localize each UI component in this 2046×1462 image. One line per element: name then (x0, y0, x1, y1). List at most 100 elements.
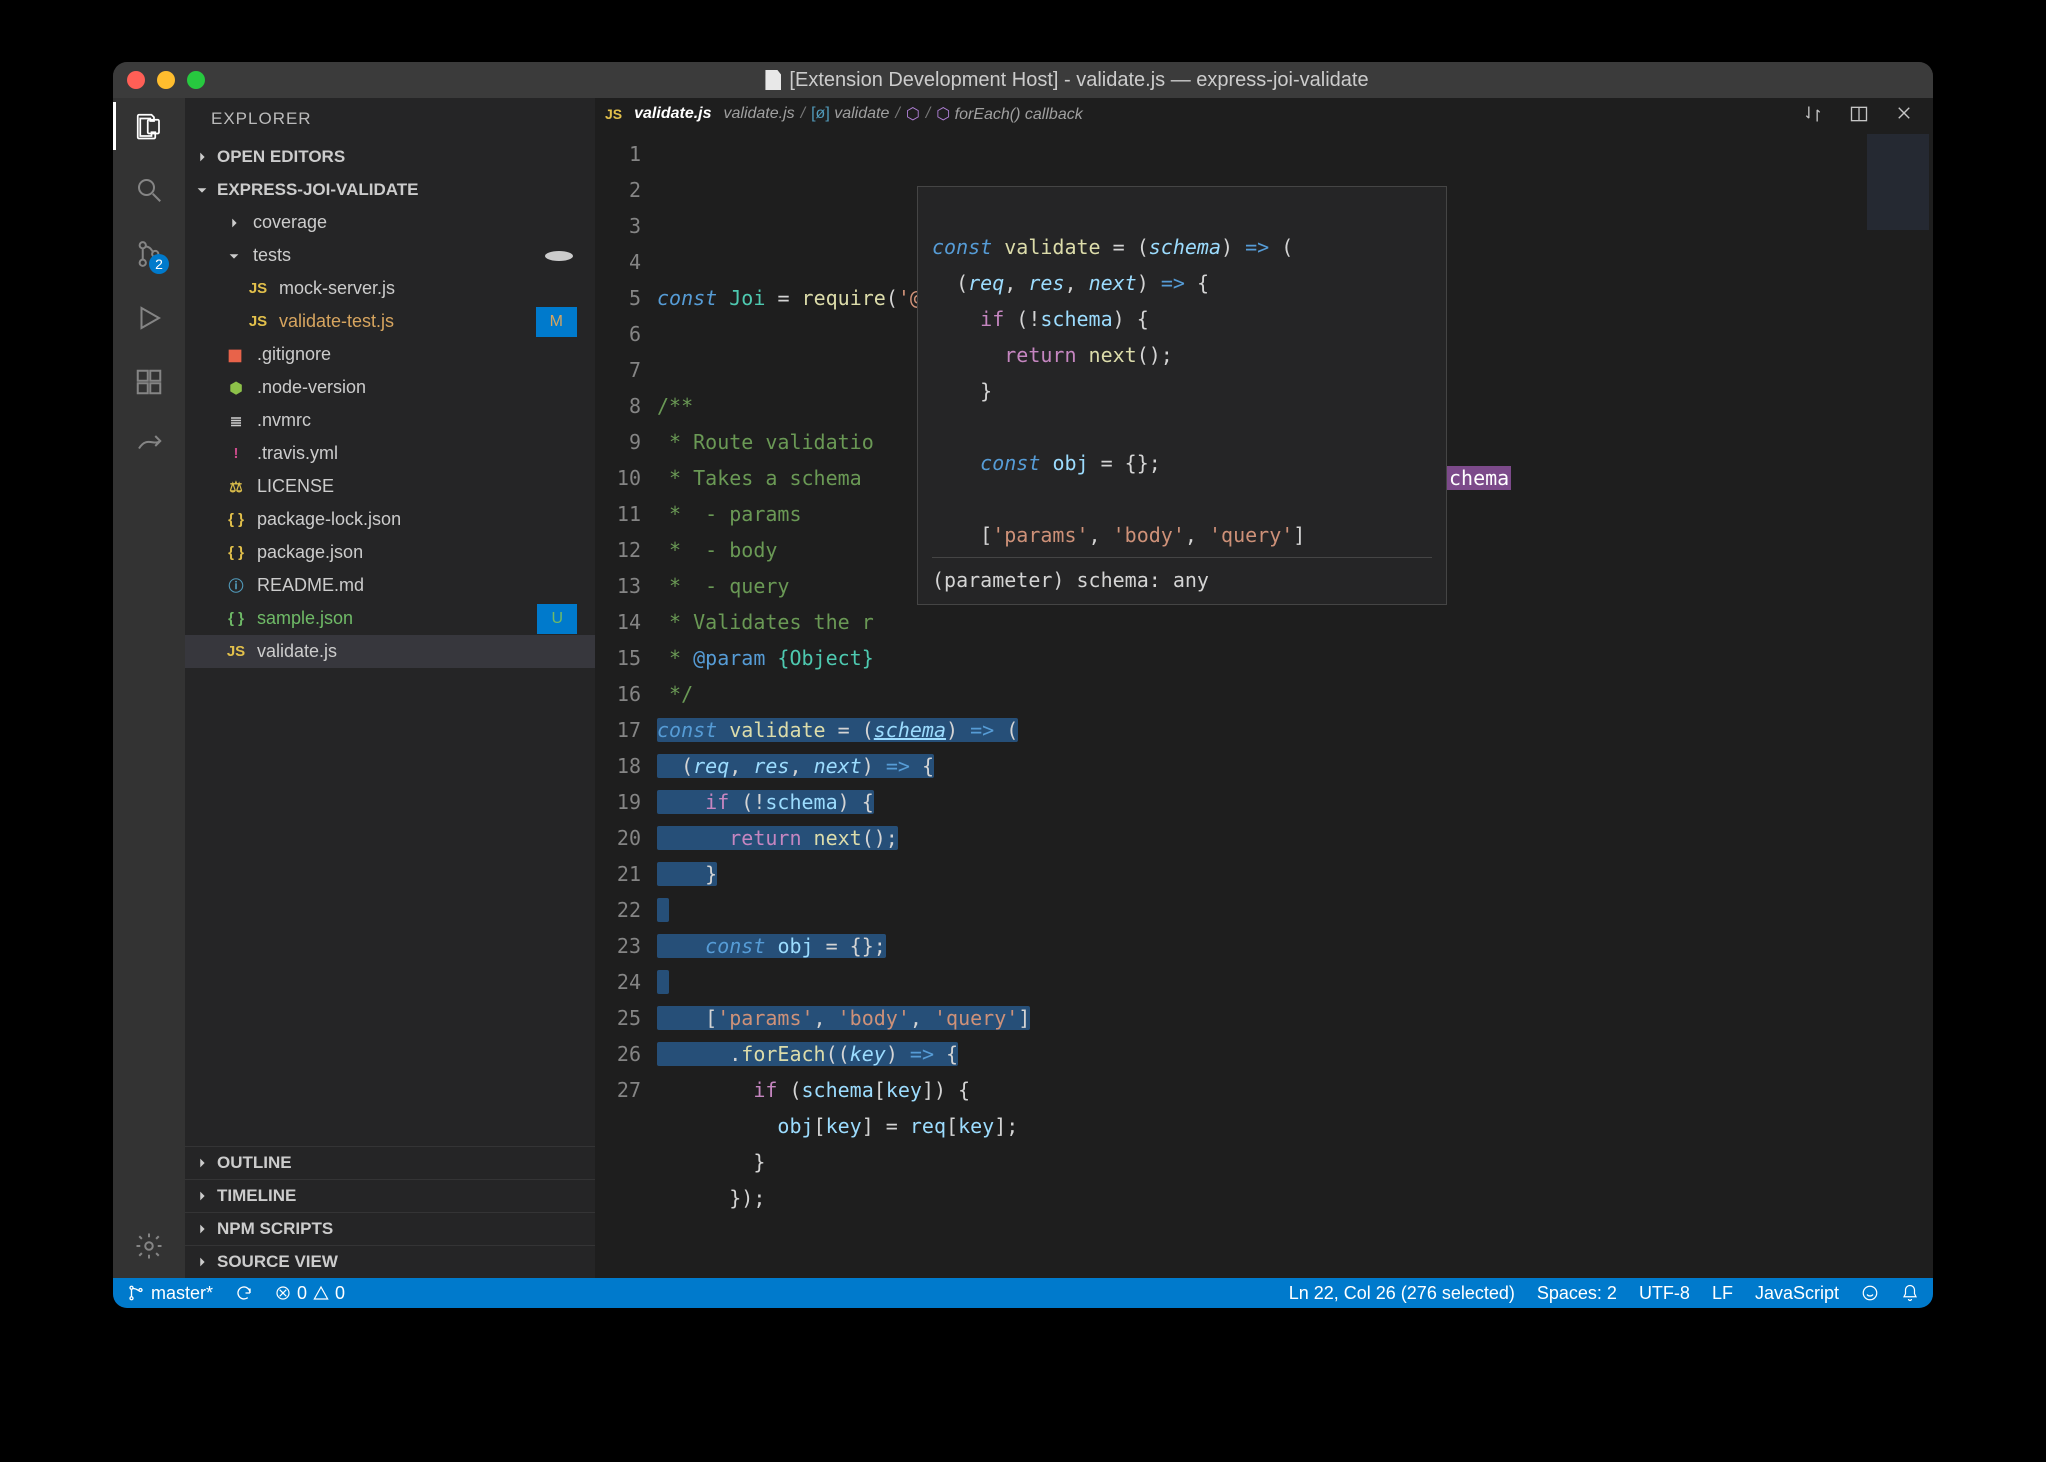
folder-row[interactable]: coverage (185, 206, 595, 239)
file-modified-dot (545, 251, 573, 261)
indentation-status[interactable]: Spaces: 2 (1537, 1283, 1617, 1304)
code-line[interactable]: } (657, 1144, 1863, 1180)
code-line[interactable]: ['params', 'body', 'query'] (657, 1000, 1863, 1036)
error-count: 0 (297, 1283, 307, 1304)
tab-filename[interactable]: validate.js (634, 105, 711, 123)
code-line[interactable]: .forEach((key) => { (657, 1036, 1863, 1072)
close-window-button[interactable] (127, 71, 145, 89)
source-control-icon[interactable]: 2 (131, 236, 167, 272)
open-editors-section[interactable]: OPEN EDITORS (185, 140, 595, 173)
sidebar-section-timeline[interactable]: TIMELINE (185, 1179, 595, 1212)
file-name: package-lock.json (257, 509, 401, 530)
run-debug-icon[interactable] (131, 300, 167, 336)
notifications-icon[interactable] (1901, 1284, 1919, 1302)
file-name: .node-version (257, 377, 366, 398)
sidebar-section-outline[interactable]: OUTLINE (185, 1146, 595, 1179)
code-line[interactable]: if (schema[key]) { (657, 1072, 1863, 1108)
git-file-icon: ◆ (220, 339, 251, 370)
code-line[interactable]: }); (657, 1180, 1863, 1216)
json-file-icon: { } (225, 509, 247, 531)
breadcrumb-segment[interactable]: ⬡ forEach() callback (936, 104, 1082, 124)
project-section[interactable]: EXPRESS-JOI-VALIDATE (185, 173, 595, 206)
file-name: mock-server.js (279, 278, 395, 299)
split-editor-icon[interactable] (1849, 104, 1869, 124)
folder-row[interactable]: tests (185, 239, 595, 272)
scm-badge: 2 (149, 254, 169, 274)
compare-changes-icon[interactable] (1803, 104, 1823, 124)
branch-name: master* (151, 1283, 213, 1304)
problems-status[interactable]: 0 0 (275, 1283, 345, 1304)
search-icon[interactable] (131, 172, 167, 208)
minimap[interactable] (1863, 130, 1933, 1278)
file-status: M (536, 307, 577, 337)
sidebar-bottom-sections: OUTLINETIMELINENPM SCRIPTSSOURCE VIEW (185, 1146, 595, 1278)
code-line[interactable]: const validate = (schema) => ( (657, 712, 1863, 748)
file-row[interactable]: JSvalidate.js (185, 635, 595, 668)
chevron-icon (225, 214, 243, 232)
code-line[interactable]: const obj = {}; (657, 928, 1863, 964)
breadcrumb[interactable]: validate.js/[ø] validate/⬡ /⬡ forEach() … (724, 104, 1083, 124)
editor-actions (1803, 104, 1933, 124)
js-file-icon: JS (247, 278, 269, 300)
file-row[interactable]: { } package-lock.json (185, 503, 595, 536)
eol-status[interactable]: LF (1712, 1283, 1733, 1304)
config-file-icon: ≣ (225, 410, 247, 432)
open-editors-label: OPEN EDITORS (217, 147, 345, 167)
code-line[interactable] (657, 892, 1863, 928)
code-line[interactable]: * @param {Object} (657, 640, 1863, 676)
file-row[interactable]: ⚖LICENSE (185, 470, 595, 503)
share-icon[interactable] (131, 428, 167, 464)
cursor-position[interactable]: Ln 22, Col 26 (276 selected) (1289, 1283, 1515, 1304)
status-bar: master* 0 0 Ln 22, Col 26 (276 selected)… (113, 1278, 1933, 1308)
code-line[interactable]: (req, res, next) => { (657, 748, 1863, 784)
maximize-window-button[interactable] (187, 71, 205, 89)
code-line[interactable]: * Validates the r (657, 604, 1863, 640)
code-line[interactable]: obj[key] = req[key]; (657, 1108, 1863, 1144)
minimize-window-button[interactable] (157, 71, 175, 89)
extensions-icon[interactable] (131, 364, 167, 400)
file-row[interactable]: ≣ .nvmrc (185, 404, 595, 437)
settings-gear-icon[interactable] (131, 1228, 167, 1264)
file-row[interactable]: !.travis.yml (185, 437, 595, 470)
breadcrumb-segment[interactable]: [ø] validate (811, 105, 889, 123)
file-row[interactable]: ⬢.node-version (185, 371, 595, 404)
code-line[interactable]: return next(); (657, 820, 1863, 856)
line-gutter: 1234567891011121314151617181920212223242… (595, 130, 657, 1278)
file-row[interactable]: { }package.json (185, 536, 595, 569)
sync-status[interactable] (235, 1284, 253, 1302)
code-content[interactable]: const validate = (schema) => ( (req, res… (657, 130, 1863, 1278)
breadcrumb-segment[interactable]: validate.js (724, 105, 795, 123)
tabbar: JS validate.js validate.js/[ø] validate/… (595, 98, 1933, 130)
file-row[interactable]: ◆ .gitignore (185, 338, 595, 371)
vscode-window: [Extension Development Host] - validate.… (113, 62, 1933, 1308)
sidebar-section-source-view[interactable]: SOURCE VIEW (185, 1245, 595, 1278)
code-area[interactable]: 1234567891011121314151617181920212223242… (595, 130, 1933, 1278)
file-name: .nvmrc (257, 410, 311, 431)
file-row[interactable]: JSvalidate-test.jsM (185, 305, 595, 338)
chevron-right-icon (193, 1154, 211, 1172)
sidebar-section-npm-scripts[interactable]: NPM SCRIPTS (185, 1212, 595, 1245)
code-line[interactable] (657, 964, 1863, 1000)
close-tab-icon[interactable] (1895, 104, 1913, 124)
encoding-status[interactable]: UTF-8 (1639, 1283, 1690, 1304)
editor: JS validate.js validate.js/[ø] validate/… (595, 98, 1933, 1278)
explorer-icon[interactable] (131, 108, 167, 144)
git-branch-status[interactable]: master* (127, 1283, 213, 1304)
file-row[interactable]: JS mock-server.js (185, 272, 595, 305)
code-line[interactable] (657, 1216, 1863, 1252)
file-row[interactable]: ⓘREADME.md (185, 569, 595, 602)
code-line[interactable]: */ (657, 676, 1863, 712)
traffic-lights (127, 71, 205, 89)
file-row[interactable]: { }sample.jsonU (185, 602, 595, 635)
code-line[interactable]: } (657, 856, 1863, 892)
breadcrumb-segment[interactable]: ⬡ (906, 104, 920, 124)
explorer-sidebar: EXPLORER OPEN EDITORS EXPRESS-JOI-VALIDA… (185, 98, 595, 1278)
code-line[interactable]: if (!schema) { (657, 784, 1863, 820)
project-label: EXPRESS-JOI-VALIDATE (217, 180, 419, 200)
js-file-icon: JS (247, 311, 269, 333)
chevron-right-icon (193, 1253, 211, 1271)
window-title-text: [Extension Development Host] - validate.… (789, 69, 1368, 92)
feedback-icon[interactable] (1861, 1284, 1879, 1302)
language-mode[interactable]: JavaScript (1755, 1283, 1839, 1304)
file-name: .gitignore (257, 344, 331, 365)
